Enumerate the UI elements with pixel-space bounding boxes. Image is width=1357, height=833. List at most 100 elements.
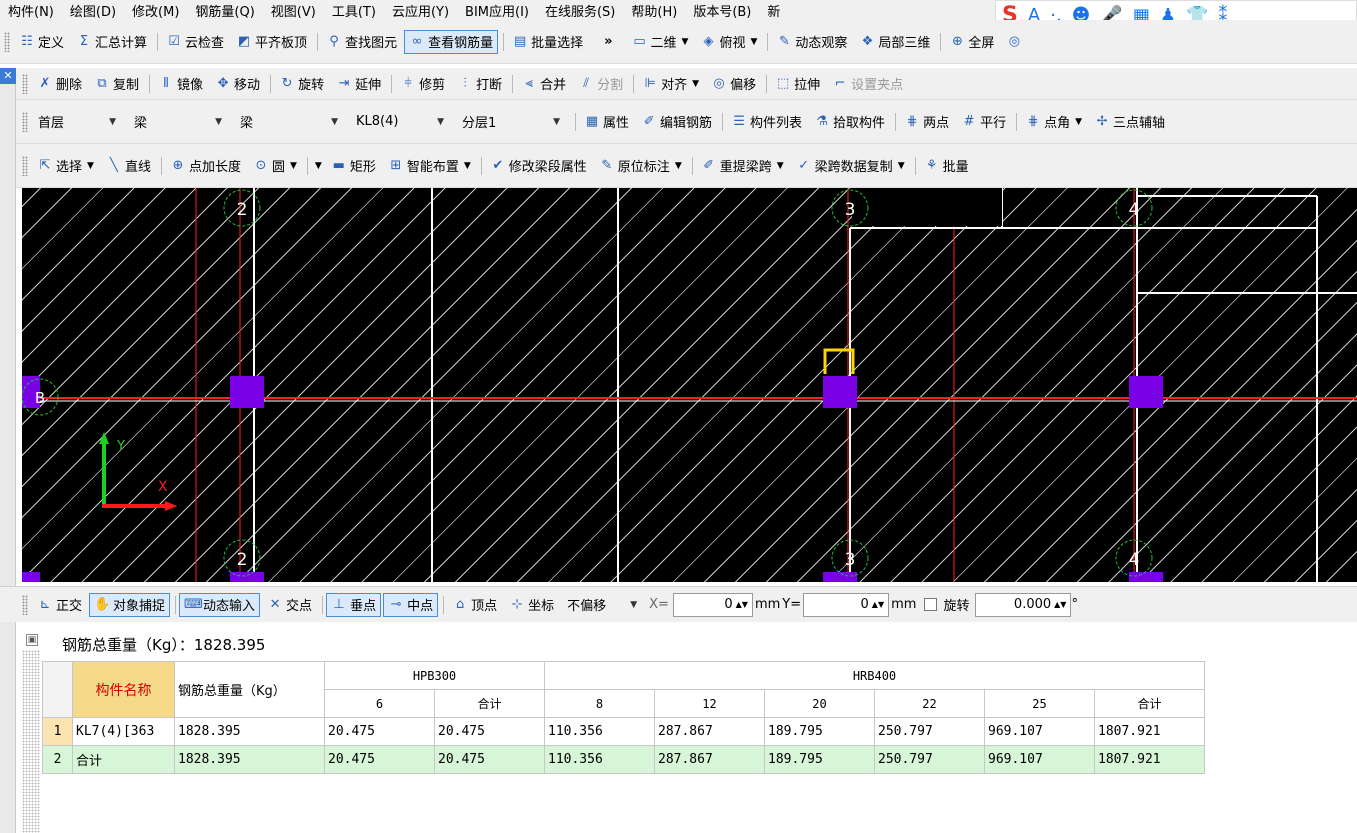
tool-point-angle[interactable]: ⋕ 点角 ▼ — [1020, 110, 1087, 134]
tool-perpendicular[interactable]: ⊥ 垂点 — [326, 592, 382, 617]
tool-local-3d[interactable]: ❖ 局部三维 — [854, 30, 935, 54]
y-coordinate-field[interactable]: 0 ▲▼ — [803, 592, 890, 617]
tool-fullscreen[interactable]: ⊕ 全屏 — [944, 30, 999, 54]
column[interactable] — [1129, 376, 1163, 408]
tool-properties[interactable]: ▦ 属性 — [579, 110, 634, 134]
tool-vertex[interactable]: ⌂ 顶点 — [447, 593, 502, 617]
tool-cursor[interactable]: ⇱ 选择 ▼ — [32, 154, 99, 178]
menu-item[interactable]: 视图(V) — [271, 1, 316, 20]
tool-trim[interactable]: ⫩ 修剪 — [395, 72, 450, 96]
type-select[interactable]: 梁 ▼ — [234, 111, 344, 133]
tool-component-list[interactable]: ☰ 构件列表 — [726, 110, 807, 134]
toolbar-grip[interactable] — [22, 73, 28, 94]
table-row[interactable]: 1 KL7(4)[363 1828.395 20.475 20.475 110.356 28… — [42, 717, 1205, 746]
toolbar-grip[interactable] — [22, 155, 28, 176]
tool-align[interactable]: ⊫ 对齐 ▼ — [637, 72, 704, 96]
tool-two-point[interactable]: ⋕ 两点 — [899, 110, 954, 134]
tool-binoculars[interactable]: ⚲ 查找图元 — [321, 30, 402, 54]
tool-edit-rebar[interactable]: ✐ 编辑钢筋 — [636, 110, 717, 134]
tool-grip-point[interactable]: ⌐ 设置夹点 — [827, 72, 908, 96]
menu-item[interactable]: 绘图(D) — [70, 1, 116, 20]
menu-item[interactable]: 工具(T) — [332, 1, 376, 20]
column[interactable] — [823, 572, 857, 582]
tool-split[interactable]: ⫽ 分割 — [573, 72, 628, 96]
column[interactable] — [823, 376, 857, 408]
tool-modify-span[interactable]: ✔ 修改梁段属性 — [485, 154, 592, 178]
column[interactable] — [1129, 572, 1163, 582]
menu-item[interactable]: 钢筋量(Q) — [195, 1, 254, 20]
x-coordinate-field[interactable]: 0 ▲▼ — [672, 592, 753, 617]
tool-view-rebar[interactable]: ∞ 查看钢筋量 — [404, 29, 499, 54]
tool-three-point[interactable]: ✢ 三点辅轴 — [1089, 110, 1170, 134]
tool-re-extract-span[interactable]: ✐ 重提梁跨 ▼ — [696, 154, 789, 178]
tool-top-view[interactable]: ◈ 俯视 ▼ — [695, 30, 762, 54]
tool-flat-slab[interactable]: ◩ 平齐板顶 — [231, 30, 312, 54]
component-select[interactable]: KL8(4) ▼ — [350, 111, 450, 133]
menu-item[interactable]: 新 — [767, 1, 780, 20]
component-name-header[interactable]: 构件名称 — [72, 661, 175, 718]
tool-midpoint[interactable]: ⊸ 中点 — [383, 592, 439, 617]
tool-ortho[interactable]: ⊾ 正交 — [32, 593, 87, 617]
menu-item[interactable]: 帮助(H) — [631, 1, 677, 20]
toolbar-grip[interactable] — [22, 111, 28, 132]
drawing-canvas[interactable]: 2 3 4 2 3 4 B Y X — [22, 188, 1357, 582]
layer-select[interactable]: 分层1 ▼ — [456, 111, 566, 133]
tool-pick[interactable]: ⚗ 拾取构件 — [809, 110, 890, 134]
offset-select[interactable]: 不偏移 ▼ — [561, 594, 643, 616]
tool-extend[interactable]: ⇥ 延伸 — [331, 72, 386, 96]
tool-batch[interactable]: ⚘ 批量 — [919, 154, 974, 178]
menu-item[interactable]: BIM应用(I) — [465, 1, 529, 20]
tool-2d[interactable]: ▭ 二维 ▼ — [627, 30, 694, 54]
tool-dynamic-view[interactable]: ✎ 动态观察 — [771, 30, 852, 54]
rotate-field[interactable]: 0.000 ▲▼ — [975, 592, 1072, 617]
spinner-icon[interactable]: ▲▼ — [736, 600, 748, 609]
tool-define[interactable]: ☷ 定义 — [14, 30, 69, 54]
menu-item[interactable]: 版本号(B) — [693, 1, 751, 20]
tool-mirror[interactable]: ⫴ 镜像 — [153, 72, 208, 96]
menu-item[interactable]: 修改(M) — [132, 1, 179, 20]
tool-circle[interactable]: ⊙ 圆 ▼ — [248, 154, 302, 178]
spinner-icon[interactable]: ▲▼ — [1054, 600, 1066, 609]
tool-stretch[interactable]: ⬚ 拉伸 — [770, 72, 825, 96]
tool-point-length[interactable]: ⊕ 点加长度 — [165, 154, 246, 178]
column[interactable] — [230, 572, 264, 582]
tool-zoom[interactable]: ◎ — [1001, 30, 1030, 54]
rotate-checkbox[interactable] — [924, 598, 938, 611]
dropdown-arrow-icon[interactable]: ▼ — [315, 161, 322, 171]
toolbar-grip[interactable] — [4, 31, 10, 52]
menu-item[interactable]: 云应用(Y) — [392, 1, 449, 20]
tool-copy[interactable]: ⧉ 复制 — [89, 72, 144, 96]
tool-move[interactable]: ✥ 移动 — [210, 72, 265, 96]
tool-in-situ-mark[interactable]: ✎ 原位标注 ▼ — [594, 154, 687, 178]
category-select[interactable]: 梁 ▼ — [128, 111, 228, 133]
tool-batch-select[interactable]: ▤ 批量选择 — [507, 30, 588, 54]
tool-span-copy[interactable]: ✓ 梁跨数据复制 ▼ — [791, 154, 910, 178]
tool-break[interactable]: ⫶ 打断 — [452, 72, 507, 96]
tool-parallel[interactable]: # 平行 — [956, 110, 1011, 134]
floor-select[interactable]: 首层 ▼ — [32, 111, 122, 133]
tool-merge[interactable]: ⫷ 合并 — [516, 72, 571, 96]
toolbar-grip[interactable] — [22, 594, 28, 615]
overflow-icon[interactable]: » — [604, 34, 612, 49]
tool-smart-layout[interactable]: ⊞ 智能布置 ▼ — [383, 154, 476, 178]
close-panel-icon[interactable]: ✕ — [0, 68, 16, 84]
tool-line[interactable]: ╲ 直线 — [101, 154, 156, 178]
tool-offset[interactable]: ◎ 偏移 — [706, 72, 761, 96]
menu-item[interactable]: 构件(N) — [8, 1, 54, 20]
panel-toggle-icon[interactable]: ▣ — [26, 634, 38, 646]
table-row[interactable]: 2 合计 1828.395 20.475 20.475 110.356 287.867 189… — [42, 745, 1205, 774]
total-weight-header[interactable]: 钢筋总重量（Kg） — [174, 661, 325, 718]
tool-delete[interactable]: ✗ 删除 — [32, 72, 87, 96]
column[interactable] — [22, 572, 40, 582]
tool-dynamic-input[interactable]: ⌨ 动态输入 — [179, 592, 261, 617]
tool-cloud-check[interactable]: ☑ 云检查 — [161, 30, 229, 54]
column[interactable] — [230, 376, 264, 408]
tool-rotate[interactable]: ↻ 旋转 — [274, 72, 329, 96]
tool-rect[interactable]: ▬ 矩形 — [326, 154, 381, 178]
tool-intersection[interactable]: ✕ 交点 — [262, 593, 317, 617]
tool-object-snap[interactable]: ✋ 对象捕捉 — [89, 592, 171, 617]
tool-sigma[interactable]: Σ 汇总计算 — [71, 30, 152, 54]
spinner-icon[interactable]: ▲▼ — [872, 600, 884, 609]
menu-item[interactable]: 在线服务(S) — [545, 1, 615, 20]
tool-coordinate[interactable]: ⊹ 坐标 — [504, 593, 559, 617]
